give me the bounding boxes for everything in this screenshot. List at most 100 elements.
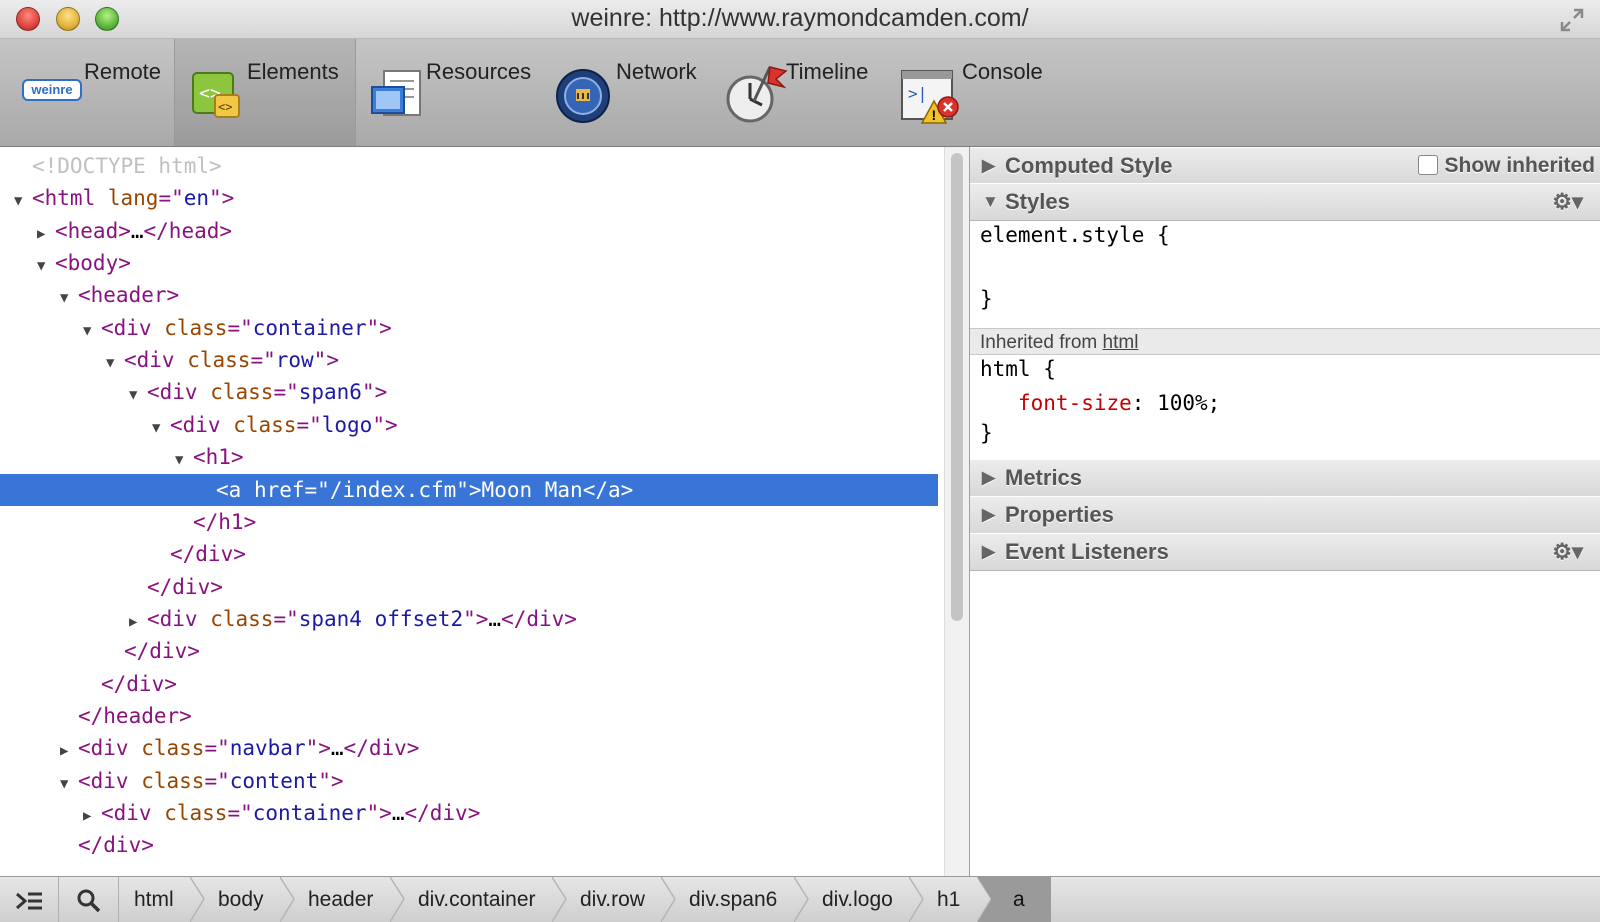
dom-node[interactable]: ▶ <head>…</head> xyxy=(0,215,938,247)
event-listeners-section-header[interactable]: ▶ Event Listeners ⚙▾ xyxy=(970,533,1600,571)
dom-attr-text: class xyxy=(210,606,274,631)
dom-node[interactable]: ▼ <div class="content"> xyxy=(0,765,938,797)
dom-val-text: navbar xyxy=(229,736,306,761)
dom-node[interactable]: ▼ <div class="container"> xyxy=(0,312,938,344)
expand-triangle-icon[interactable]: ▶ xyxy=(37,218,55,250)
collapse-triangle-icon[interactable]: ▼ xyxy=(129,379,147,411)
dom-plain-text: … xyxy=(391,801,405,825)
dom-attr-text: href xyxy=(253,477,305,502)
toolbar-item-console[interactable]: >|! Console xyxy=(896,39,1066,146)
dom-tag-text: =" xyxy=(227,315,253,340)
toolbar-item-elements[interactable]: <> <> Elements xyxy=(174,39,356,146)
dom-tag-text: =" xyxy=(250,348,276,373)
search-icon[interactable] xyxy=(60,877,119,922)
dom-node[interactable]: </div> xyxy=(0,635,938,667)
dom-val-text: span4 offset2 xyxy=(298,606,464,631)
gear-icon[interactable]: ⚙▾ xyxy=(1552,534,1583,570)
dom-tree-panel[interactable]: <!DOCTYPE html> ▼ <html lang="en"> ▶ <head>…… xyxy=(0,147,940,876)
collapse-triangle-icon[interactable]: ▼ xyxy=(60,768,78,800)
toolbar-item-network[interactable]: Network xyxy=(550,39,710,146)
dom-node[interactable]: <!DOCTYPE html> xyxy=(0,150,938,182)
elements-icon: <> <> xyxy=(189,67,245,128)
dom-tag-text: "> xyxy=(366,801,392,825)
dom-tag-text: "> xyxy=(372,412,398,437)
breadcrumb-item-div-span6[interactable]: div.span6 xyxy=(675,877,808,922)
toolbar-item-resources[interactable]: Resources xyxy=(360,39,540,146)
dom-node-selected[interactable]: <a href="/index.cfm">Moon Man</a> xyxy=(0,473,938,506)
toolbar-item-timeline[interactable]: Timeline xyxy=(720,39,890,146)
show-inherited-toggle[interactable]: Show inherited xyxy=(1418,148,1595,184)
dom-val-text: en xyxy=(183,186,210,211)
css-declaration[interactable]: font-size: 100%; xyxy=(1018,391,1220,415)
weinre-logo-icon: weinre xyxy=(22,79,82,101)
dom-node[interactable]: ▼ <html lang="en"> xyxy=(0,182,938,214)
html-rule-selector[interactable]: html { xyxy=(980,357,1056,381)
styles-section-header[interactable]: ▼ Styles ⚙▾ xyxy=(970,183,1600,221)
dom-tree-scrollbar[interactable] xyxy=(944,147,969,876)
resources-icon xyxy=(368,67,426,128)
collapse-triangle-icon[interactable]: ▼ xyxy=(37,250,55,282)
dom-node[interactable]: </div> xyxy=(0,538,938,570)
dom-node[interactable]: ▶ <div class="span4 offset2">…</div> xyxy=(0,603,938,635)
dom-node[interactable]: </h1> xyxy=(0,506,938,538)
css-property-value[interactable]: 100%; xyxy=(1157,391,1220,415)
dom-attr-text: class xyxy=(187,348,251,373)
collapse-triangle-icon[interactable]: ▼ xyxy=(106,347,124,379)
collapse-triangle-icon[interactable]: ▼ xyxy=(175,444,193,476)
collapse-triangle-icon[interactable]: ▼ xyxy=(152,412,170,444)
breadcrumb-item-header[interactable]: header xyxy=(294,877,404,922)
dom-tag-text: <div xyxy=(101,315,165,340)
properties-title: Properties xyxy=(1005,502,1114,527)
dom-tree-scroll-thumb[interactable] xyxy=(951,153,963,621)
dom-attr-text: lang xyxy=(107,186,159,211)
collapse-triangle-icon[interactable]: ▼ xyxy=(60,282,78,314)
toolbar-item-remote[interactable]: weinre Remote xyxy=(10,39,170,146)
dom-node[interactable]: </div> xyxy=(0,668,938,700)
dom-attr-text: class xyxy=(141,768,205,793)
dom-tag-text: <html xyxy=(32,186,108,211)
dom-node[interactable]: ▼ <body> xyxy=(0,247,938,279)
dom-node[interactable]: ▶ <div class="navbar">…</div> xyxy=(0,732,938,764)
dom-tag-text: </div> xyxy=(170,542,246,567)
dom-node[interactable]: </div> xyxy=(0,571,938,603)
styles-title: Styles xyxy=(1005,189,1070,214)
collapse-triangle-icon[interactable]: ▼ xyxy=(14,185,32,217)
css-property-name[interactable]: font-size xyxy=(1018,391,1132,415)
dom-node[interactable]: ▼ <div class="logo"> xyxy=(0,409,938,441)
dom-node[interactable]: </div> xyxy=(0,829,938,861)
dom-tag-text: =" xyxy=(227,801,253,825)
dom-node[interactable]: ▼ <div class="row"> xyxy=(0,344,938,376)
window-title: weinre: http://www.raymondcamden.com/ xyxy=(571,4,1029,32)
html-rule-close: } xyxy=(980,421,993,445)
show-inherited-checkbox[interactable] xyxy=(1418,155,1439,175)
dom-tag-text: </head> xyxy=(143,218,233,243)
dom-val-text: span6 xyxy=(298,380,362,405)
dom-val-text: content xyxy=(229,768,319,793)
console-drawer-icon[interactable] xyxy=(0,877,59,922)
dom-node[interactable]: ▶ <div class="container">…</div> xyxy=(0,797,938,829)
expand-triangle-icon[interactable]: ▶ xyxy=(83,800,101,832)
dom-node[interactable]: </header> xyxy=(0,700,938,732)
breadcrumb-item-a[interactable]: a xyxy=(991,877,1051,922)
inherited-from-link[interactable]: html xyxy=(1103,332,1139,353)
dom-node[interactable]: ▼ <h1> xyxy=(0,441,938,473)
metrics-section-header[interactable]: ▶ Metrics xyxy=(970,459,1600,497)
dom-tag-text: </div> xyxy=(101,671,177,696)
dom-tag-text: <div xyxy=(78,736,142,761)
breadcrumb-item-div-container[interactable]: div.container xyxy=(404,877,566,922)
dom-node[interactable]: ▼ <header> xyxy=(0,279,938,311)
dom-node[interactable]: ▼ <div class="span6"> xyxy=(0,376,938,408)
expand-triangle-icon[interactable]: ▶ xyxy=(60,735,78,767)
expand-triangle-icon[interactable]: ▶ xyxy=(129,606,147,638)
gear-icon[interactable]: ⚙▾ xyxy=(1552,184,1583,220)
console-icon: >|! xyxy=(900,67,964,132)
dom-attr-text: class xyxy=(164,801,228,825)
breadcrumb-item-div-logo[interactable]: div.logo xyxy=(808,877,923,922)
fullscreen-icon[interactable] xyxy=(1560,8,1584,32)
breadcrumb-item-div-row[interactable]: div.row xyxy=(566,877,675,922)
element-style-open[interactable]: element.style { xyxy=(980,223,1170,247)
properties-section-header[interactable]: ▶ Properties xyxy=(970,496,1600,534)
metrics-title: Metrics xyxy=(1005,465,1083,490)
computed-style-section-header[interactable]: ▶ Computed Style Show inherited xyxy=(970,147,1600,185)
collapse-triangle-icon[interactable]: ▼ xyxy=(83,315,101,347)
